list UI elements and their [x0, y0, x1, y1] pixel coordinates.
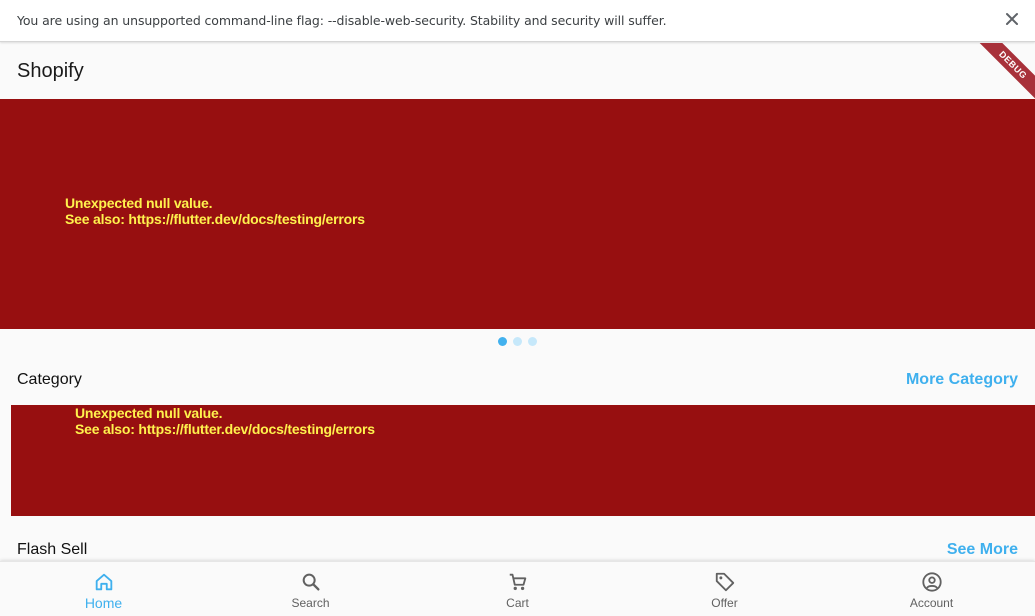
nav-item-cart[interactable]: Cart — [414, 562, 621, 616]
close-icon[interactable] — [1005, 12, 1019, 26]
category-section-title: Category — [17, 371, 82, 388]
debug-ribbon: DEBUG — [975, 43, 1035, 99]
carousel-dot-1[interactable] — [498, 337, 507, 346]
bottom-navigation-bar: Home Search Cart Offer Account — [0, 561, 1035, 616]
nav-label-offer: Offer — [711, 596, 738, 610]
nav-label-account: Account — [909, 596, 954, 610]
page-title: Shopify — [17, 60, 84, 82]
nav-item-search[interactable]: Search — [207, 562, 414, 616]
banner-error-box: Unexpected null value. See also: https:/… — [0, 99, 1035, 329]
carousel-dot-3[interactable] — [528, 337, 537, 346]
flash-sell-section-title: Flash Sell — [17, 541, 88, 558]
infobar-message: You are using an unsupported command-lin… — [17, 13, 667, 28]
nav-item-account[interactable]: Account — [828, 562, 1035, 616]
see-more-link[interactable]: See More — [947, 541, 1018, 559]
category-error-box: Unexpected null value. See also: https:/… — [11, 405, 1035, 516]
nav-item-offer[interactable]: Offer — [621, 562, 828, 616]
unsupported-flag-infobar: You are using an unsupported command-lin… — [0, 0, 1035, 42]
debug-label: DEBUG — [975, 43, 1035, 99]
category-error-text: Unexpected null value. See also: https:/… — [75, 405, 375, 437]
tag-icon — [715, 572, 734, 592]
banner-error-text: Unexpected null value. See also: https:/… — [65, 195, 365, 227]
account-icon — [921, 572, 942, 592]
nav-item-home[interactable]: Home — [0, 562, 207, 616]
nav-label-search: Search — [291, 596, 330, 610]
more-category-link[interactable]: More Category — [906, 371, 1018, 389]
carousel-indicator — [498, 337, 537, 346]
carousel-dot-2[interactable] — [513, 337, 522, 346]
nav-label-cart: Cart — [506, 596, 529, 610]
app-window: You are using an unsupported command-lin… — [0, 0, 1035, 616]
nav-label-home: Home — [84, 595, 123, 611]
app-bar: Shopify — [0, 43, 1035, 99]
cart-icon — [509, 573, 526, 591]
search-icon — [302, 573, 320, 591]
home-icon — [95, 573, 112, 591]
